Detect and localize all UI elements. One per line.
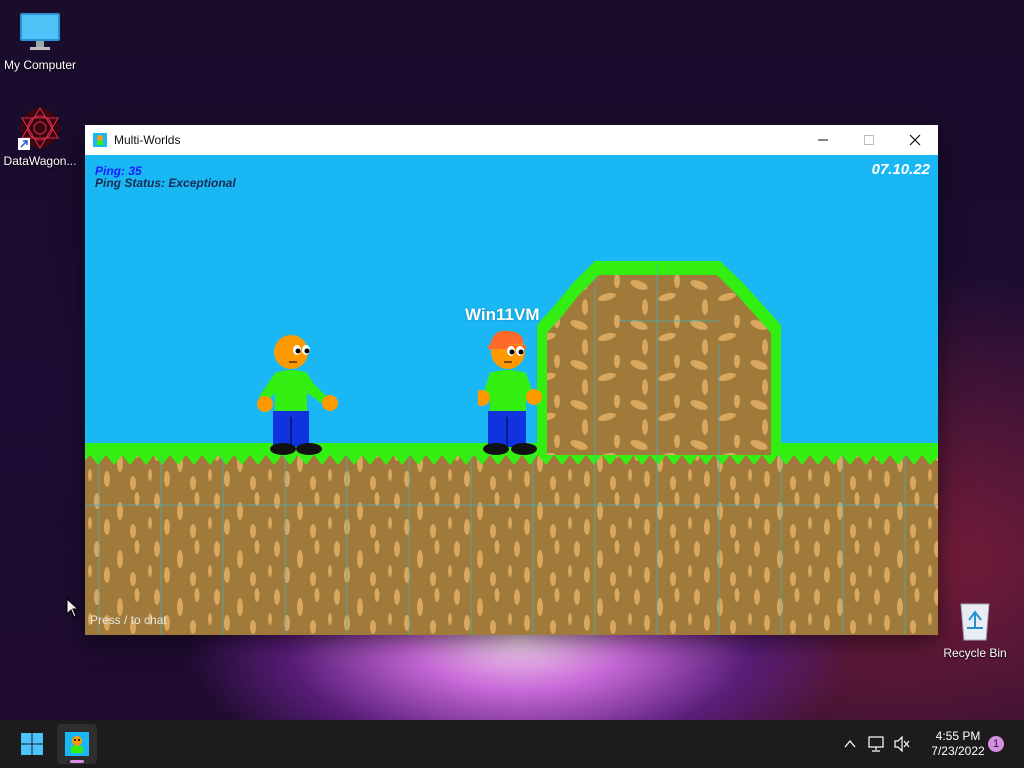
close-button[interactable] xyxy=(892,125,938,155)
desktop-icon-datawagon[interactable]: DataWagon... xyxy=(0,106,80,168)
app-window: Multi-Worlds Win11VM Ping: 35 Ping Statu… xyxy=(85,125,938,635)
monitor-icon xyxy=(18,10,62,54)
app-icon xyxy=(65,732,89,756)
app-icon xyxy=(93,133,107,147)
mouse-cursor-icon xyxy=(66,598,80,618)
desktop-icon-label: DataWagon... xyxy=(3,154,77,168)
taskbar: 4:55 PM 7/23/2022 1 xyxy=(0,720,1024,768)
taskbar-app-multi-worlds[interactable] xyxy=(57,724,97,764)
network-icon[interactable] xyxy=(868,735,886,753)
desktop-icon-label: My Computer xyxy=(3,58,77,72)
minimize-button[interactable] xyxy=(800,125,846,155)
title-bar[interactable]: Multi-Worlds xyxy=(85,125,938,155)
active-indicator xyxy=(70,760,84,763)
desktop-icon-my-computer[interactable]: My Computer xyxy=(0,10,80,72)
clock-time: 4:55 PM xyxy=(935,729,981,743)
windows-logo-icon xyxy=(21,733,43,755)
remote-player-character xyxy=(478,330,542,455)
speaker-muted-icon[interactable] xyxy=(893,735,911,753)
chat-hint: Press / to chat xyxy=(90,613,167,627)
desktop-icon-label: Recycle Bin xyxy=(943,646,1007,660)
game-date: 07.10.22 xyxy=(871,161,930,178)
start-button[interactable] xyxy=(20,732,44,756)
desktop-icon-recycle-bin[interactable]: Recycle Bin xyxy=(935,598,1015,660)
clock[interactable]: 4:55 PM 7/23/2022 xyxy=(918,729,998,759)
player-nametag: Win11VM xyxy=(465,305,540,324)
chevron-up-icon[interactable] xyxy=(843,737,857,751)
datawagon-icon xyxy=(18,106,62,150)
minimize-icon xyxy=(818,139,828,141)
ping-status: Ping Status: Exceptional xyxy=(95,176,236,190)
maximize-button[interactable] xyxy=(846,125,892,155)
notification-badge[interactable]: 1 xyxy=(988,736,1004,752)
window-title: Multi-Worlds xyxy=(114,133,181,147)
game-canvas[interactable]: Win11VM Ping: 35 Ping Status: Exceptiona… xyxy=(85,155,938,635)
player-character xyxy=(257,335,338,455)
maximize-icon xyxy=(864,135,874,145)
recycle-bin-icon xyxy=(953,598,997,642)
clock-date: 7/23/2022 xyxy=(931,744,985,758)
close-icon xyxy=(909,134,921,146)
